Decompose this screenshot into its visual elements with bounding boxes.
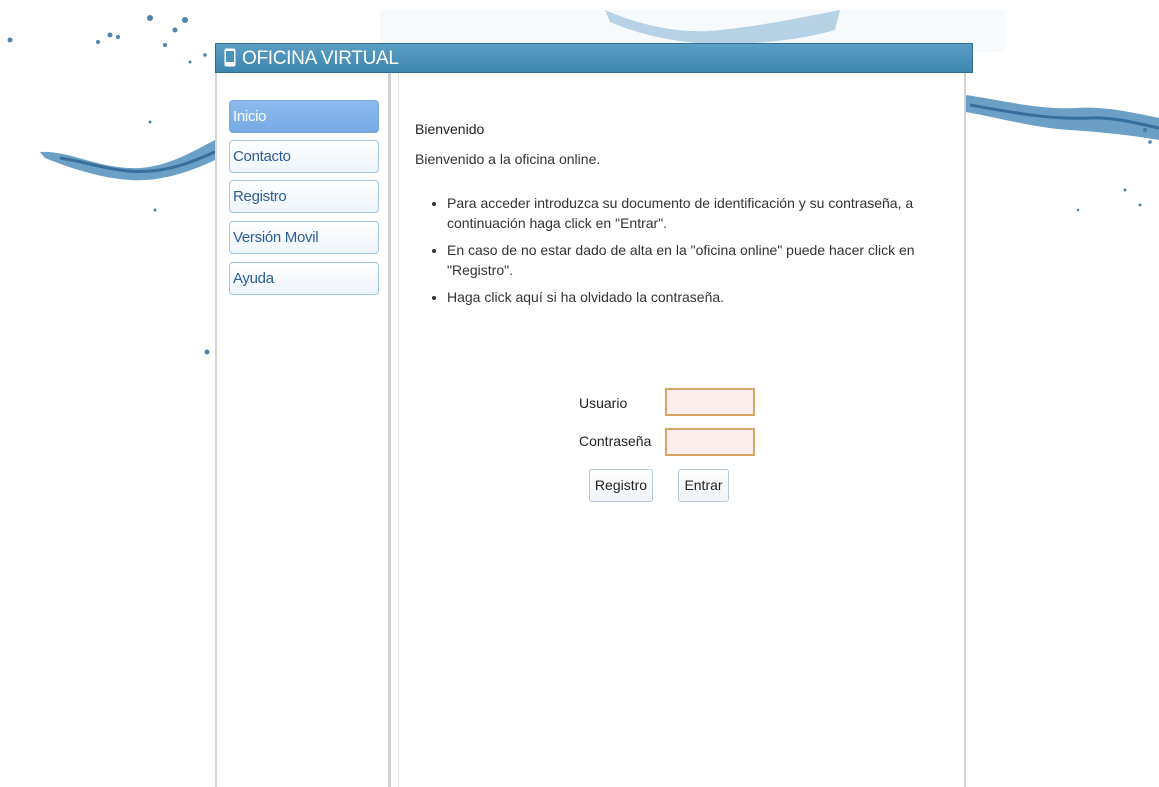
instruction-forgot-password-link[interactable]: Haga click aquí si ha olvidado la contra… [447, 287, 935, 307]
sidebar: Inicio Contacto Registro Versión Movil A… [215, 73, 391, 787]
page-title: OFICINA VIRTUAL [242, 48, 399, 69]
sidebar-item-inicio[interactable]: Inicio [229, 100, 379, 133]
enter-button[interactable]: Entrar [678, 469, 729, 502]
header-bar: OFICINA VIRTUAL [215, 43, 973, 73]
sidebar-item-ayuda[interactable]: Ayuda [229, 262, 379, 295]
sidebar-item-contacto[interactable]: Contacto [229, 140, 379, 173]
user-label: Usuario [579, 395, 628, 411]
password-input[interactable] [665, 428, 755, 456]
welcome-text: Bienvenido a la oficina online. [415, 151, 601, 167]
user-input[interactable] [665, 388, 755, 416]
instruction-item: En caso de no estar dado de alta en la "… [447, 240, 935, 280]
password-label: Contraseña [579, 433, 652, 449]
sidebar-item-registro[interactable]: Registro [229, 180, 379, 213]
welcome-title: Bienvenido [415, 121, 485, 137]
register-button[interactable]: Registro [589, 469, 653, 502]
main-content: Bienvenido Bienvenido a la oficina onlin… [398, 73, 966, 787]
sidebar-item-version-movil[interactable]: Versión Movil [229, 221, 379, 254]
mobile-phone-icon [224, 48, 236, 67]
instructions-list: Para acceder introduzca su documento de … [415, 193, 935, 314]
instruction-item: Para acceder introduzca su documento de … [447, 193, 935, 233]
